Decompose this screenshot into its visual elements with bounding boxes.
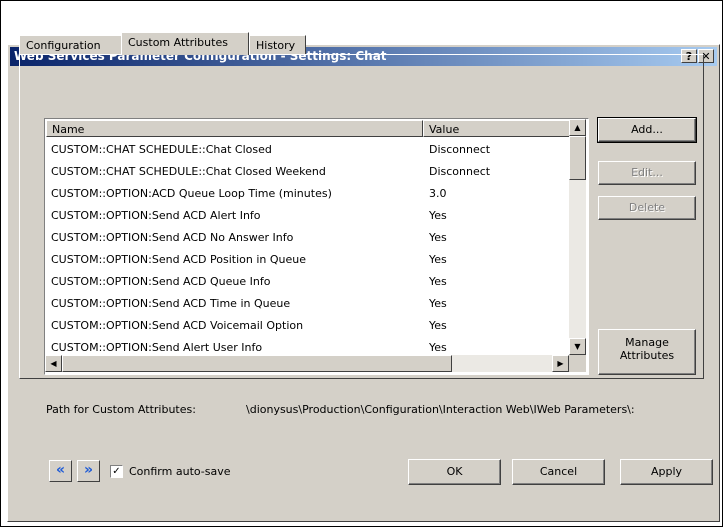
table-row[interactable]: CUSTOM::CHAT SCHEDULE::Chat Closed Disco…: [46, 138, 571, 160]
table-row[interactable]: CUSTOM::OPTION:Send ACD Time in Queue Ye…: [46, 292, 571, 314]
row-value: Yes: [429, 275, 447, 288]
manage-attributes-button[interactable]: Manage Attributes: [598, 329, 696, 375]
row-name: CUSTOM::OPTION:ACD Queue Loop Time (minu…: [51, 187, 332, 200]
double-chevron-right-icon[interactable]: »: [77, 460, 100, 482]
path-label: Path for Custom Attributes:: [46, 403, 196, 416]
tab-history[interactable]: History: [249, 35, 306, 54]
horizontal-scroll-thumb[interactable]: [62, 355, 452, 372]
arrow-right-icon[interactable]: ▶: [552, 355, 569, 372]
row-name: CUSTOM::OPTION:Send Alert User Info: [51, 341, 263, 354]
tab-custom-attributes[interactable]: Custom Attributes: [121, 32, 249, 55]
table-row[interactable]: CUSTOM::OPTION:Send ACD No Answer Info Y…: [46, 226, 571, 248]
table-row[interactable]: CUSTOM::OPTION:ACD Queue Loop Time (minu…: [46, 182, 571, 204]
row-name: CUSTOM::OPTION:Send ACD Position in Queu…: [51, 253, 307, 266]
row-value: 3.0: [429, 187, 447, 200]
row-value: Disconnect: [429, 143, 491, 156]
row-value: Yes: [429, 209, 447, 222]
arrow-left-icon[interactable]: ◀: [45, 355, 62, 372]
row-name: CUSTOM::OPTION:Send ACD Time in Queue: [51, 297, 291, 310]
double-chevron-left-icon[interactable]: «: [49, 460, 72, 482]
confirm-auto-save-label[interactable]: Confirm auto-save: [129, 465, 231, 478]
table-row[interactable]: CUSTOM::OPTION:Send ACD Alert Info Yes: [46, 204, 571, 226]
vertical-scrollbar[interactable]: ▲ ▼: [569, 119, 586, 355]
row-value: Yes: [429, 253, 447, 266]
manage-label-line2: Attributes: [619, 349, 675, 362]
table-row[interactable]: CUSTOM::OPTION:Send ACD Position in Queu…: [46, 248, 571, 270]
row-value: Yes: [429, 319, 447, 332]
arrow-down-icon[interactable]: ▼: [569, 338, 586, 355]
manage-label-line1: Manage: [625, 336, 669, 349]
delete-button[interactable]: Delete: [598, 196, 696, 220]
row-name: CUSTOM::OPTION:Send ACD Alert Info: [51, 209, 261, 222]
path-value: \dionysus\Production\Configuration\Inter…: [246, 403, 635, 416]
row-name: CUSTOM::OPTION:Send ACD Voicemail Option: [51, 319, 304, 332]
confirm-auto-save-checkbox[interactable]: ✓: [110, 465, 123, 478]
add-button[interactable]: Add...: [597, 117, 697, 143]
table-row[interactable]: CUSTOM::OPTION:Send ACD Queue Info Yes: [46, 270, 571, 292]
row-name: CUSTOM::CHAT SCHEDULE::Chat Closed: [51, 143, 272, 156]
column-header-value[interactable]: Value: [423, 120, 571, 137]
scrollbar-corner: [569, 355, 586, 372]
edit-button[interactable]: Edit...: [598, 161, 696, 185]
vertical-scroll-thumb[interactable]: [569, 136, 586, 180]
horizontal-scrollbar[interactable]: ◀ ▶: [45, 355, 569, 372]
column-header-name[interactable]: Name: [46, 120, 423, 137]
row-name: CUSTOM::CHAT SCHEDULE::Chat Closed Weeke…: [51, 165, 326, 178]
tab-configuration[interactable]: Configuration: [19, 35, 122, 54]
row-value: Yes: [429, 297, 447, 310]
row-name: CUSTOM::OPTION:Send ACD No Answer Info: [51, 231, 294, 244]
apply-button[interactable]: Apply: [620, 459, 713, 485]
list-header: Name Value: [46, 120, 571, 137]
ok-button[interactable]: OK: [408, 459, 501, 485]
arrow-up-icon[interactable]: ▲: [569, 119, 586, 136]
row-value: Yes: [429, 231, 447, 244]
table-row[interactable]: CUSTOM::OPTION:Send ACD Voicemail Option…: [46, 314, 571, 336]
row-name: CUSTOM::OPTION:Send ACD Queue Info: [51, 275, 271, 288]
table-row[interactable]: CUSTOM::CHAT SCHEDULE::Chat Closed Weeke…: [46, 160, 571, 182]
list-rows: CUSTOM::CHAT SCHEDULE::Chat Closed Disco…: [46, 138, 571, 358]
cancel-button[interactable]: Cancel: [512, 459, 605, 485]
custom-attributes-list[interactable]: Name Value CUSTOM::CHAT SCHEDULE::Chat C…: [44, 118, 589, 375]
row-value: Disconnect: [429, 165, 491, 178]
row-value: Yes: [429, 341, 447, 354]
